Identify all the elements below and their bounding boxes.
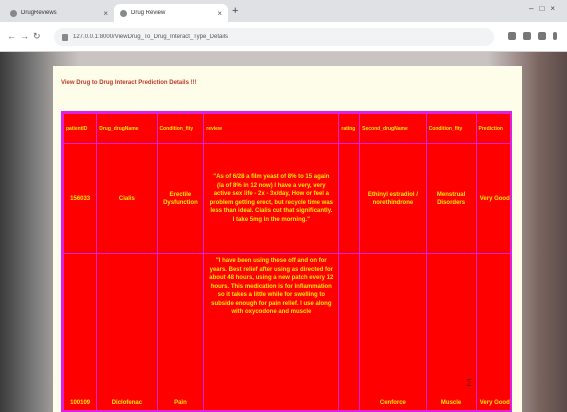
address-bar-url: 127.0.0.1:8000/ViewDrug_To_Drug_Interact…: [73, 34, 228, 40]
back-icon[interactable]: ←: [7, 31, 16, 41]
forward-icon[interactable]: →: [20, 31, 29, 41]
page-heading: View Drug to Drug Interact Prediction De…: [61, 80, 197, 86]
column-header: Second_drugName: [359, 113, 427, 144]
column-header: rating: [338, 113, 361, 144]
menu-icon[interactable]: [553, 32, 557, 40]
prediction-cell: Very Good: [475, 143, 510, 254]
drug-name-cell: Cialis: [96, 143, 158, 254]
second-drug-cell: Cenforce: [359, 253, 427, 410]
prediction-cell: Very Good: [475, 253, 510, 410]
tab-title: Drug Review: [131, 10, 166, 16]
close-icon[interactable]: ×: [103, 9, 108, 18]
bookmark-star-icon[interactable]: [508, 32, 516, 40]
column-header: review: [203, 113, 340, 144]
table-row: 156033 Cialis Erectile Dysfunction "As o…: [63, 143, 510, 254]
column-header: Drug_drugName: [96, 113, 158, 144]
new-tab-icon[interactable]: +: [232, 5, 238, 17]
column-header: patientID: [63, 113, 98, 144]
browser-tab-active[interactable]: Drug Review ×: [114, 4, 228, 22]
review-cell: "As of 6/28 a film yeast of 8% to 15 aga…: [203, 143, 340, 254]
prediction-table: patientID Drug_drugName Condition_fity r…: [61, 111, 512, 412]
tab-favicon-icon: [10, 9, 17, 17]
tab-favicon-icon: [120, 9, 127, 17]
drug-name-cell: Diclofenac: [96, 253, 158, 410]
patient-id-cell: 156033: [63, 143, 98, 254]
address-bar[interactable]: 127.0.0.1:8000/ViewDrug_To_Drug_Interact…: [54, 28, 494, 46]
column-header: Condition_fity: [156, 113, 205, 144]
second-condition-cell: Menstrual Disorders: [425, 143, 477, 254]
second-drug-cell: Ethinyl estradiol / norethindrone: [359, 143, 427, 254]
column-header: Prediction: [475, 113, 510, 144]
browser-tab-bar: DrugReviews × Drug Review × + –□×: [0, 0, 567, 22]
column-header: Condition_fity: [425, 113, 477, 144]
text-cursor-icon: ⌶: [466, 378, 472, 389]
browser-tab[interactable]: DrugReviews ×: [4, 4, 114, 22]
review-cell: "I have been using these off and on for …: [203, 253, 340, 410]
content-panel: View Drug to Drug Interact Prediction De…: [53, 66, 522, 412]
page-viewport: View Drug to Drug Interact Prediction De…: [0, 52, 567, 412]
patient-id-cell: 100109: [63, 253, 98, 410]
browser-toolbar: ← → ↻ 127.0.0.1:8000/ViewDrug_To_Drug_In…: [0, 22, 567, 52]
condition-cell: Pain: [156, 253, 205, 410]
table-header-row: patientID Drug_drugName Condition_fity r…: [63, 113, 510, 144]
reload-icon[interactable]: ↻: [33, 31, 41, 42]
tab-title: DrugReviews: [21, 10, 57, 16]
table-row: 100109 Diclofenac Pain "I have been usin…: [63, 253, 510, 410]
close-icon[interactable]: ×: [217, 9, 222, 18]
window-controls-icon[interactable]: –□×: [529, 4, 561, 13]
extensions-icon[interactable]: [523, 32, 531, 40]
download-icon[interactable]: [538, 32, 546, 40]
rating-cell: [338, 253, 361, 410]
condition-cell: Erectile Dysfunction: [156, 143, 205, 254]
info-icon[interactable]: [62, 33, 68, 41]
rating-cell: [338, 143, 361, 254]
